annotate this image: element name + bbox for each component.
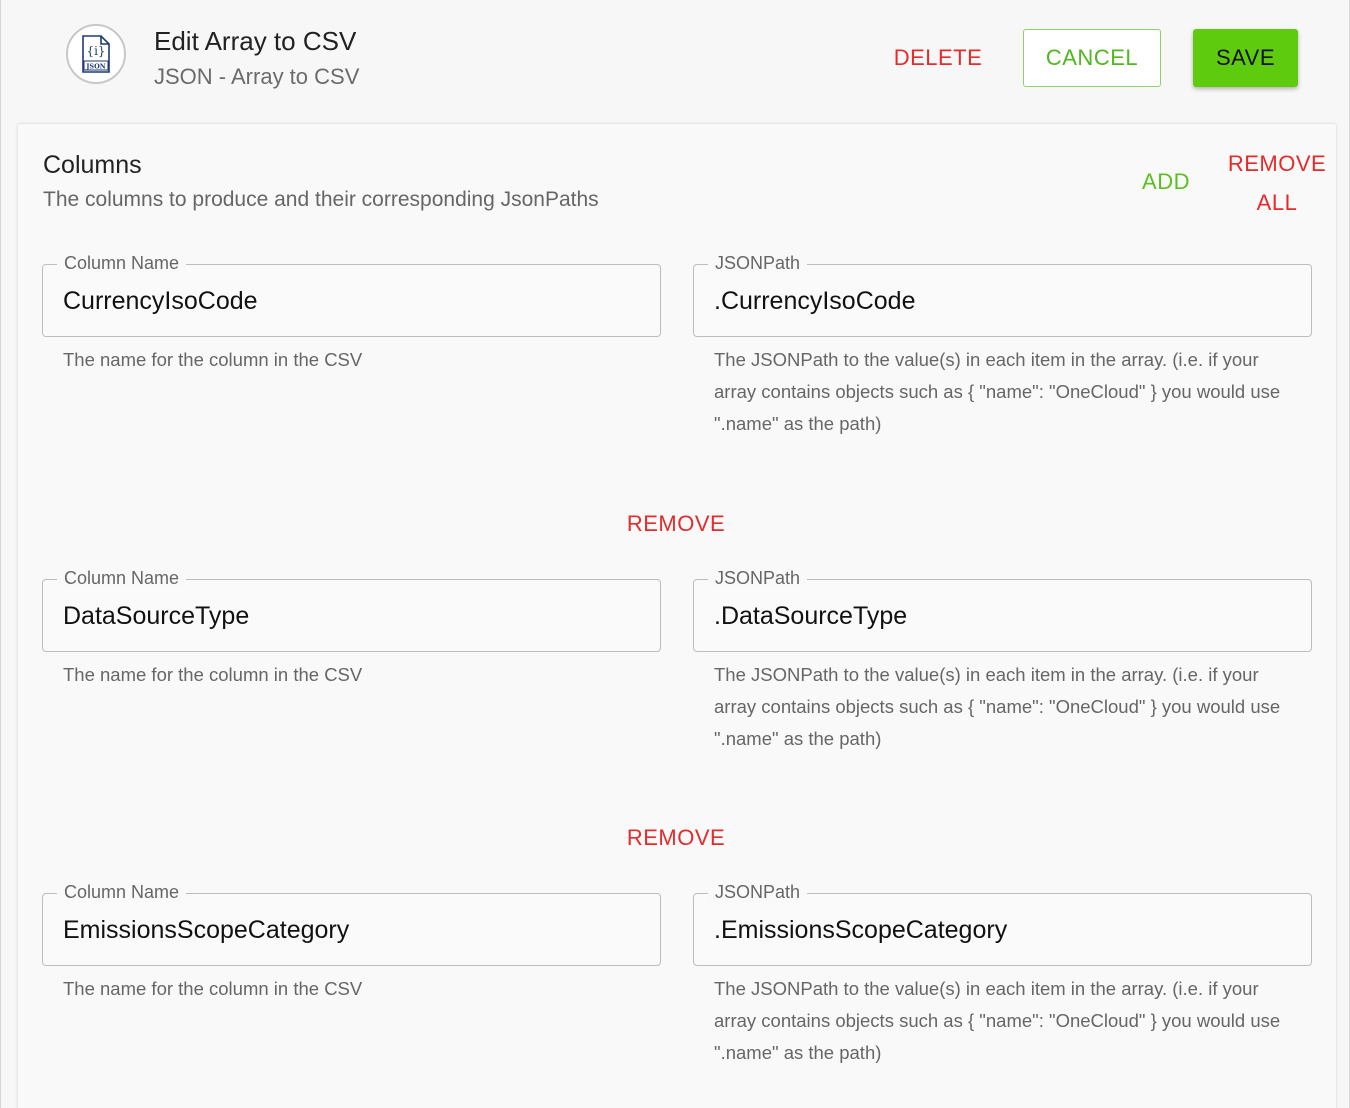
column-name-label: Column Name: [57, 252, 187, 274]
column-name-field[interactable]: Column Name: [42, 252, 661, 337]
column-name-field[interactable]: Column Name: [42, 881, 661, 966]
column-name-label: Column Name: [57, 567, 187, 589]
cancel-button[interactable]: CANCEL: [1023, 29, 1161, 87]
jsonpath-label: JSONPath: [708, 252, 808, 274]
edit-array-to-csv-dialog: {i} JSON Edit Array to CSV JSON - Array …: [0, 0, 1350, 1108]
add-column-button[interactable]: ADD: [1132, 162, 1200, 202]
column-name-field[interactable]: Column Name: [42, 567, 661, 652]
jsonpath-field[interactable]: JSONPath: [693, 567, 1312, 652]
jsonpath-label: JSONPath: [708, 881, 808, 903]
column-name-helper: The name for the column in the CSV: [63, 664, 363, 685]
column-row: Column Name JSONPath The name for the co…: [42, 563, 1312, 763]
column-row: Column Name JSONPath The name for the co…: [42, 248, 1312, 448]
column-name-input[interactable]: [63, 908, 633, 952]
section-title: Columns: [43, 151, 142, 179]
remove-all-button[interactable]: REMOVE ALL: [1221, 144, 1333, 220]
jsonpath-input[interactable]: [714, 594, 1284, 638]
column-name-helper: The name for the column in the CSV: [63, 978, 363, 999]
column-name-helper: The name for the column in the CSV: [63, 349, 363, 370]
json-file-icon: {i} JSON: [66, 24, 126, 84]
section-description: The columns to produce and their corresp…: [43, 188, 599, 211]
dialog-header: {i} JSON Edit Array to CSV JSON - Array …: [1, 0, 1350, 118]
remove-all-label-line2: ALL: [1256, 190, 1298, 215]
column-name-label: Column Name: [57, 881, 187, 903]
page-title: Edit Array to CSV: [154, 26, 357, 56]
jsonpath-helper: The JSONPath to the value(s) in each ite…: [714, 349, 1281, 434]
delete-button[interactable]: DELETE: [879, 30, 997, 86]
jsonpath-input[interactable]: [714, 908, 1284, 952]
column-row: Column Name JSONPath The name for the co…: [42, 877, 1312, 1077]
jsonpath-helper: The JSONPath to the value(s) in each ite…: [714, 978, 1281, 1063]
save-button[interactable]: SAVE: [1193, 29, 1298, 87]
remove-all-label-line1: REMOVE: [1227, 151, 1327, 176]
svg-text:{i}: {i}: [86, 44, 105, 58]
json-file-icon-graphic: {i} JSON: [82, 35, 110, 73]
jsonpath-helper: The JSONPath to the value(s) in each ite…: [714, 664, 1281, 749]
jsonpath-label: JSONPath: [708, 567, 808, 589]
page-subtitle: JSON - Array to CSV: [154, 64, 360, 89]
remove-column-button[interactable]: REMOVE: [616, 504, 736, 544]
jsonpath-input[interactable]: [714, 279, 1284, 323]
json-icon-text: JSON: [85, 63, 105, 71]
jsonpath-field[interactable]: JSONPath: [693, 881, 1312, 966]
columns-card: Columns The columns to produce and their…: [18, 124, 1336, 1108]
jsonpath-field[interactable]: JSONPath: [693, 252, 1312, 337]
column-name-input[interactable]: [63, 594, 633, 638]
column-name-input[interactable]: [63, 279, 633, 323]
remove-column-button[interactable]: REMOVE: [616, 818, 736, 858]
